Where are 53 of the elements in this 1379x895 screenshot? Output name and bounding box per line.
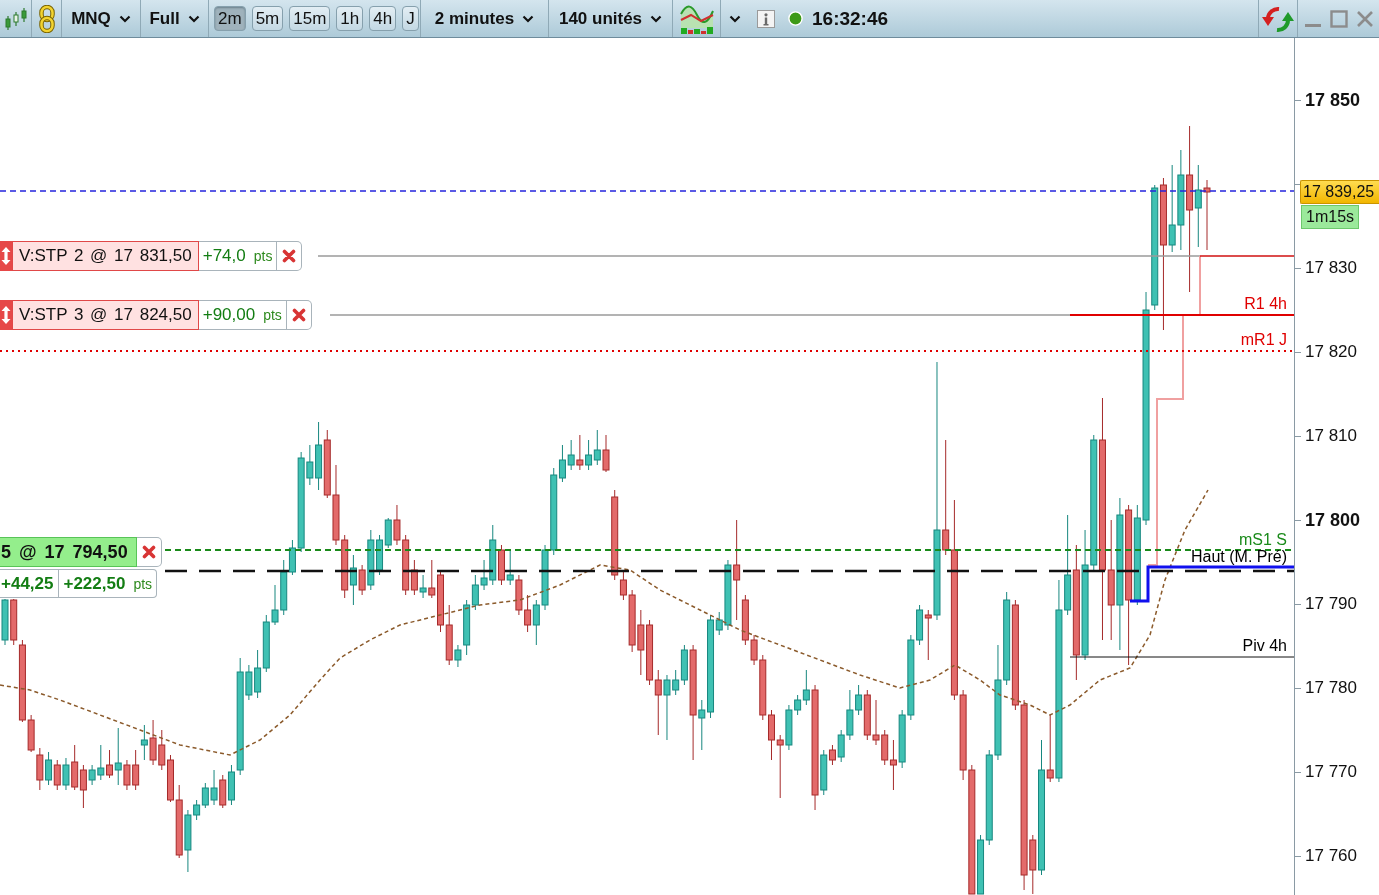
close-icon[interactable]	[1355, 9, 1374, 28]
level-label: R1 4h	[1244, 295, 1287, 313]
close-icon	[282, 249, 297, 263]
timeframe-button[interactable]: 5m	[251, 6, 284, 31]
price-tick-label: 17 760	[1305, 845, 1357, 867]
level-label: Haut (M. Pré)	[1191, 548, 1287, 566]
info-icon[interactable]	[757, 9, 775, 28]
price-tick-label: 17 790	[1305, 593, 1357, 615]
clock-time: 16:32:46	[812, 7, 889, 30]
order-label[interactable]: V:STP 3 @ 17 824,50	[12, 300, 199, 330]
candlestick-icon[interactable]	[3, 6, 28, 31]
timeframe-button[interactable]: 2m	[214, 6, 246, 31]
maximize-icon[interactable]	[1329, 9, 1348, 28]
timeframe-button[interactable]: 1h	[336, 6, 364, 31]
caret-icon	[118, 14, 131, 23]
close-icon	[141, 545, 156, 559]
price-tick-label: 17 830	[1305, 257, 1357, 279]
position-profit: +44,25	[0, 569, 60, 598]
timeframe-button[interactable]: J	[402, 6, 419, 31]
unit-label: pts	[263, 307, 282, 323]
order-label[interactable]: V:STP 2 @ 17 831,50	[12, 241, 199, 271]
total-profit-value: +222,50	[63, 573, 126, 594]
instrument-dropdown[interactable]: MNQ	[67, 8, 135, 29]
price-tick-label: 17 780	[1305, 677, 1357, 699]
cancel-order-button[interactable]	[277, 241, 303, 271]
period-dropdown[interactable]: 2 minutes	[430, 8, 539, 29]
caret-icon[interactable]	[729, 14, 741, 23]
profit-value: +74,0	[202, 246, 246, 266]
level-label: mS1 S	[1239, 531, 1287, 549]
price-tick-label: 17 850	[1305, 89, 1361, 111]
unit-label: pts	[253, 248, 273, 264]
cancel-order-button[interactable]	[286, 300, 312, 330]
last-price-tag: 17 839,25	[1300, 180, 1379, 204]
layout-dropdown[interactable]: Full	[145, 8, 204, 29]
position-label[interactable]: 5 @ 17 794,50	[0, 537, 137, 567]
price-tick-label: 17 810	[1305, 425, 1357, 447]
price-tick-label: 17 800	[1305, 509, 1361, 531]
caret-icon	[187, 14, 200, 23]
level-label: mR1 J	[1240, 331, 1287, 349]
chain-link-icon[interactable]	[38, 4, 55, 33]
timeframe-button[interactable]: 4h	[369, 6, 397, 31]
bar-count-dropdown[interactable]: 140 unités	[554, 8, 667, 29]
price-tick-label: 17 770	[1305, 761, 1357, 783]
unit-label: pts	[133, 575, 153, 592]
caret-icon	[522, 14, 535, 23]
close-position-button[interactable]	[136, 537, 162, 567]
price-tick-label: 17 820	[1305, 341, 1357, 363]
close-icon	[291, 308, 306, 322]
timeframe-button[interactable]: 15m	[289, 6, 331, 31]
level-label: Piv 4h	[1242, 637, 1287, 655]
caret-icon	[650, 14, 663, 23]
bar-countdown: 1m15s	[1301, 205, 1360, 229]
profit-value: +90,00	[202, 305, 256, 325]
